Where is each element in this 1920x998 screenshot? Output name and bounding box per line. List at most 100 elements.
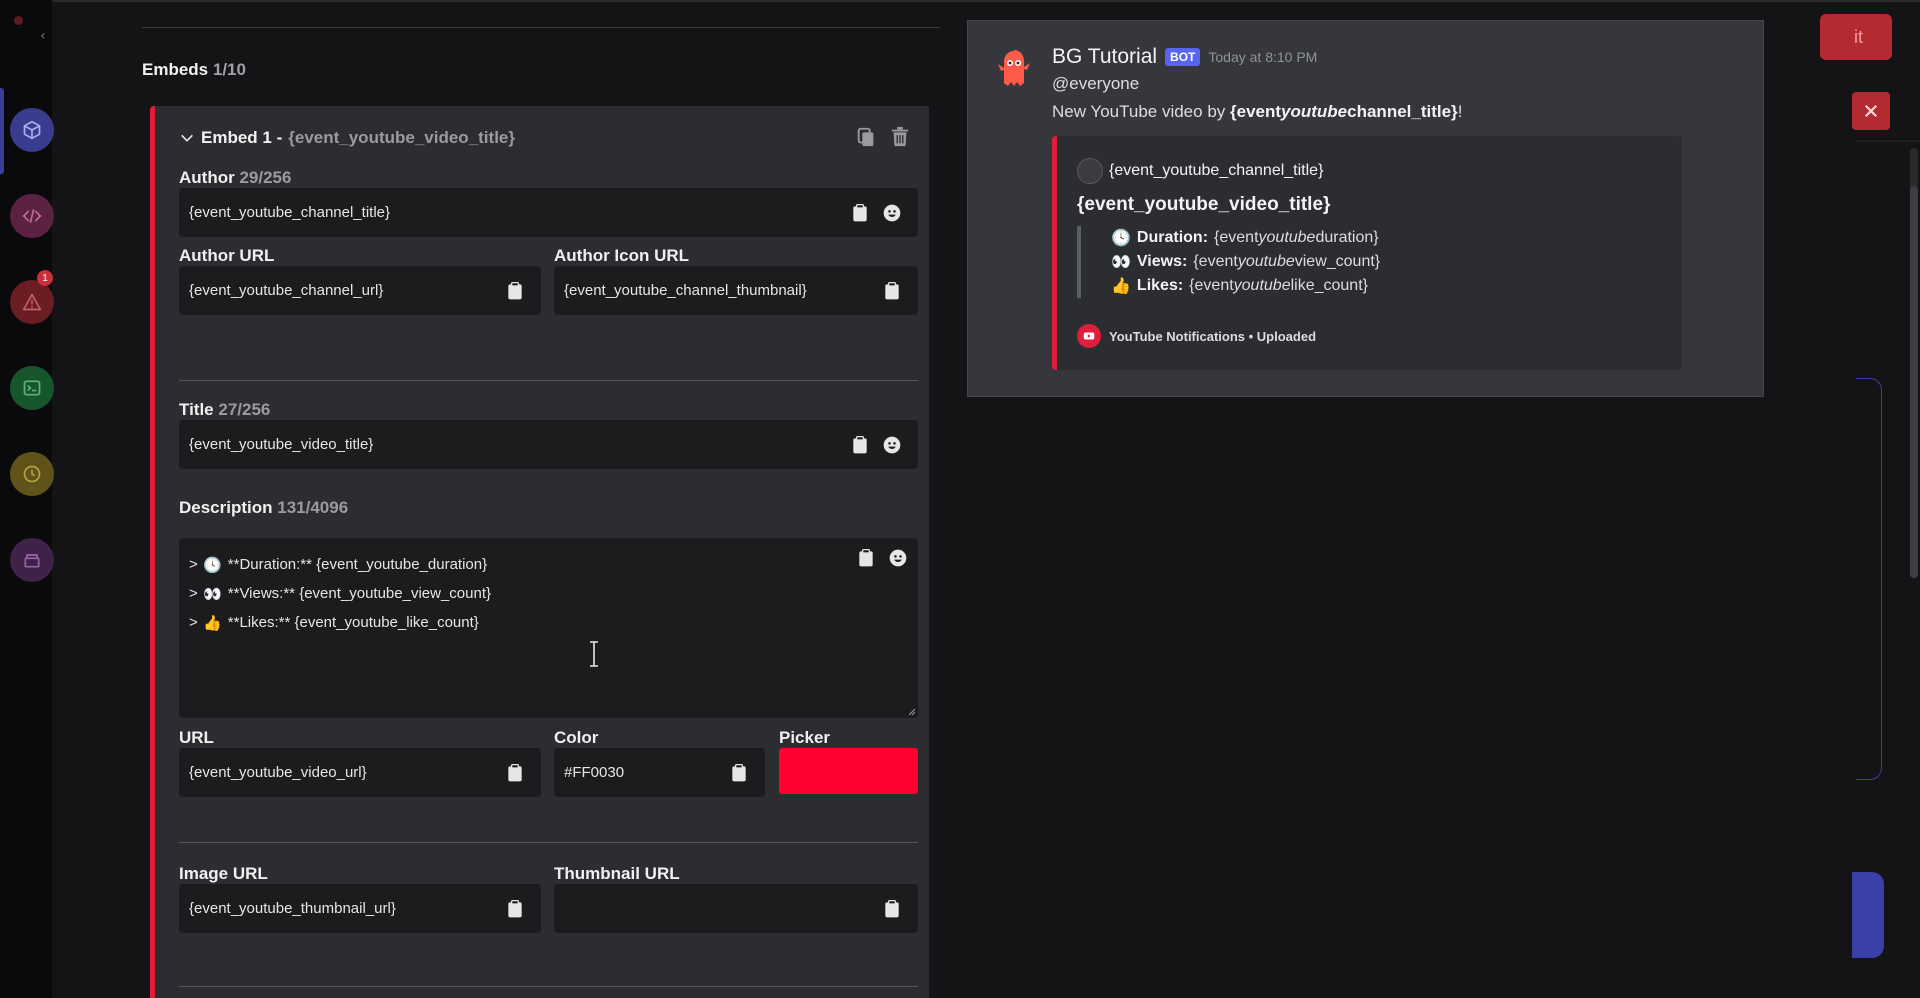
preview-embed: {event_youtube_channel_title} {event_you… bbox=[1052, 136, 1682, 370]
footer-text: YouTube Notifications • Uploaded bbox=[1109, 328, 1317, 344]
clipboard-icon[interactable] bbox=[850, 203, 870, 223]
embeds-count: 1/10 bbox=[212, 60, 246, 79]
emoji-icon[interactable] bbox=[882, 435, 902, 455]
scrollbar-thumb[interactable] bbox=[1910, 186, 1918, 578]
terminal-icon bbox=[23, 380, 41, 396]
sidebar-item-code[interactable] bbox=[10, 194, 54, 238]
content-italic: youtube bbox=[1281, 102, 1348, 121]
background-primary-button[interactable] bbox=[1852, 872, 1884, 958]
clipboard-icon[interactable] bbox=[856, 548, 876, 568]
content-bold-a: {event bbox=[1230, 102, 1282, 121]
section-divider bbox=[179, 380, 918, 381]
warning-icon bbox=[22, 293, 42, 311]
background-action-button[interactable]: it bbox=[1820, 14, 1892, 60]
title-label: Title 27/256 bbox=[179, 400, 270, 420]
color-picker-swatch[interactable] bbox=[779, 748, 918, 794]
emoji-icon[interactable] bbox=[888, 548, 908, 568]
clipboard-icon[interactable] bbox=[882, 899, 902, 919]
thumbnail-url-input[interactable] bbox=[554, 884, 918, 933]
clipboard-icon[interactable] bbox=[505, 763, 525, 783]
preview-author-text: {event_youtube_channel_title} bbox=[1109, 162, 1324, 179]
image-url-input[interactable]: {event_youtube_thumbnail_url} bbox=[179, 884, 541, 933]
quote-prefix: > bbox=[189, 614, 198, 631]
description-line-text: **Likes:** {event_youtube_like_count} bbox=[227, 614, 479, 631]
sidebar-active-indicator bbox=[0, 88, 4, 174]
description-label-text: Description bbox=[179, 498, 273, 517]
sidebar-item-schedule[interactable] bbox=[10, 452, 54, 496]
row-value-italic: youtube bbox=[1237, 253, 1295, 270]
bot-tag-badge: BOT bbox=[1165, 48, 1201, 66]
mention-text: @everyone bbox=[1052, 74, 1140, 93]
author-url-value: {event_youtube_channel_url} bbox=[189, 282, 384, 299]
color-input[interactable]: #FF0030 bbox=[554, 748, 765, 797]
alerts-badge: 1 bbox=[37, 270, 53, 286]
content-prefix: New YouTube video by bbox=[1052, 102, 1230, 121]
code-icon bbox=[22, 209, 42, 223]
preview-embed-title[interactable]: {event_youtube_video_title} bbox=[1077, 194, 1330, 216]
sidebar-item-terminal[interactable] bbox=[10, 366, 54, 410]
thumbs-up-emoji-icon: 👍 bbox=[1111, 278, 1131, 295]
clock-icon bbox=[23, 465, 41, 483]
preview-embed-footer: YouTube Notifications • Uploaded bbox=[1077, 324, 1316, 348]
archive-icon bbox=[24, 554, 40, 568]
thumbs-up-emoji-icon: 👍 bbox=[203, 614, 223, 632]
author-icon-url-label: Author Icon URL bbox=[554, 246, 690, 265]
row-value-a: {event bbox=[1214, 229, 1259, 246]
message-content: New YouTube video by {eventyoutubechanne… bbox=[1052, 102, 1462, 122]
section-divider bbox=[179, 986, 918, 987]
url-label: URL bbox=[179, 728, 214, 747]
image-url-value: {event_youtube_thumbnail_url} bbox=[189, 900, 396, 917]
app-sidebar: 1 bbox=[0, 0, 54, 998]
row-value-italic: youtube bbox=[1258, 229, 1316, 246]
embed-title-value: {event_youtube_video_title} bbox=[288, 128, 515, 147]
author-image-icon bbox=[1077, 158, 1103, 184]
embed-card: Embed 1 - {event_youtube_video_title} Au… bbox=[150, 106, 929, 998]
close-icon bbox=[1864, 104, 1878, 118]
youtube-icon bbox=[1077, 324, 1101, 348]
author-url-input[interactable]: {event_youtube_channel_url} bbox=[179, 266, 541, 315]
duplicate-icon[interactable] bbox=[855, 126, 877, 148]
description-line-text: **Duration:** {event_youtube_duration} bbox=[227, 556, 488, 573]
emoji-icon[interactable] bbox=[882, 203, 902, 223]
sidebar-collapse-chevron-icon[interactable]: ‹ bbox=[40, 28, 46, 44]
sidebar-item-alerts[interactable] bbox=[10, 280, 54, 324]
author-count: 29/256 bbox=[239, 168, 292, 187]
window-control-dot[interactable] bbox=[14, 16, 23, 25]
clipboard-icon[interactable] bbox=[729, 763, 749, 783]
trash-icon[interactable] bbox=[889, 126, 911, 148]
close-button[interactable] bbox=[1852, 92, 1890, 130]
message-preview: BG Tutorial BOT Today at 8:10 PM @everyo… bbox=[967, 20, 1764, 397]
embed-collapse-toggle[interactable]: Embed 1 - {event_youtube_video_title} bbox=[179, 128, 515, 148]
clipboard-icon[interactable] bbox=[882, 281, 902, 301]
clock-emoji-icon: 🕓 bbox=[203, 556, 223, 574]
row-label: Views: bbox=[1136, 253, 1188, 270]
url-input[interactable]: {event_youtube_video_url} bbox=[179, 748, 541, 797]
sidebar-item-storage[interactable] bbox=[10, 538, 54, 582]
preview-embed-description: 🕓 Duration: {eventyoutubeduration} 👀 Vie… bbox=[1077, 226, 1380, 298]
background-divider bbox=[1856, 140, 1920, 142]
description-label: Description 131/4096 bbox=[179, 498, 348, 518]
cube-icon bbox=[23, 120, 41, 140]
description-textarea[interactable]: > 🕓 **Duration:** {event_youtube_duratio… bbox=[179, 538, 918, 718]
preview-description-row: 🕓 Duration: {eventyoutubeduration} bbox=[1111, 226, 1380, 250]
resize-handle-icon[interactable] bbox=[906, 706, 916, 716]
sidebar-item-modules[interactable] bbox=[10, 108, 54, 152]
title-value: {event_youtube_video_title} bbox=[189, 436, 374, 453]
content-suffix: ! bbox=[1457, 102, 1463, 121]
title-count: 27/256 bbox=[218, 400, 271, 419]
clipboard-icon[interactable] bbox=[850, 435, 870, 455]
author-label-text: Author bbox=[179, 168, 235, 187]
text-cursor-icon bbox=[590, 641, 598, 667]
section-divider bbox=[179, 842, 918, 843]
row-value-a: {event bbox=[1189, 277, 1234, 294]
author-value: {event_youtube_channel_title} bbox=[189, 204, 391, 221]
row-value-b: like_count} bbox=[1290, 277, 1368, 294]
author-input[interactable]: {event_youtube_channel_title} bbox=[179, 188, 918, 237]
author-icon-url-input[interactable]: {event_youtube_channel_thumbnail} bbox=[554, 266, 918, 315]
bot-name[interactable]: BG Tutorial bbox=[1052, 45, 1157, 69]
clipboard-icon[interactable] bbox=[505, 281, 525, 301]
picker-label: Picker bbox=[779, 728, 831, 747]
title-input[interactable]: {event_youtube_video_title} bbox=[179, 420, 918, 469]
row-label: Likes: bbox=[1136, 277, 1184, 294]
clipboard-icon[interactable] bbox=[505, 899, 525, 919]
